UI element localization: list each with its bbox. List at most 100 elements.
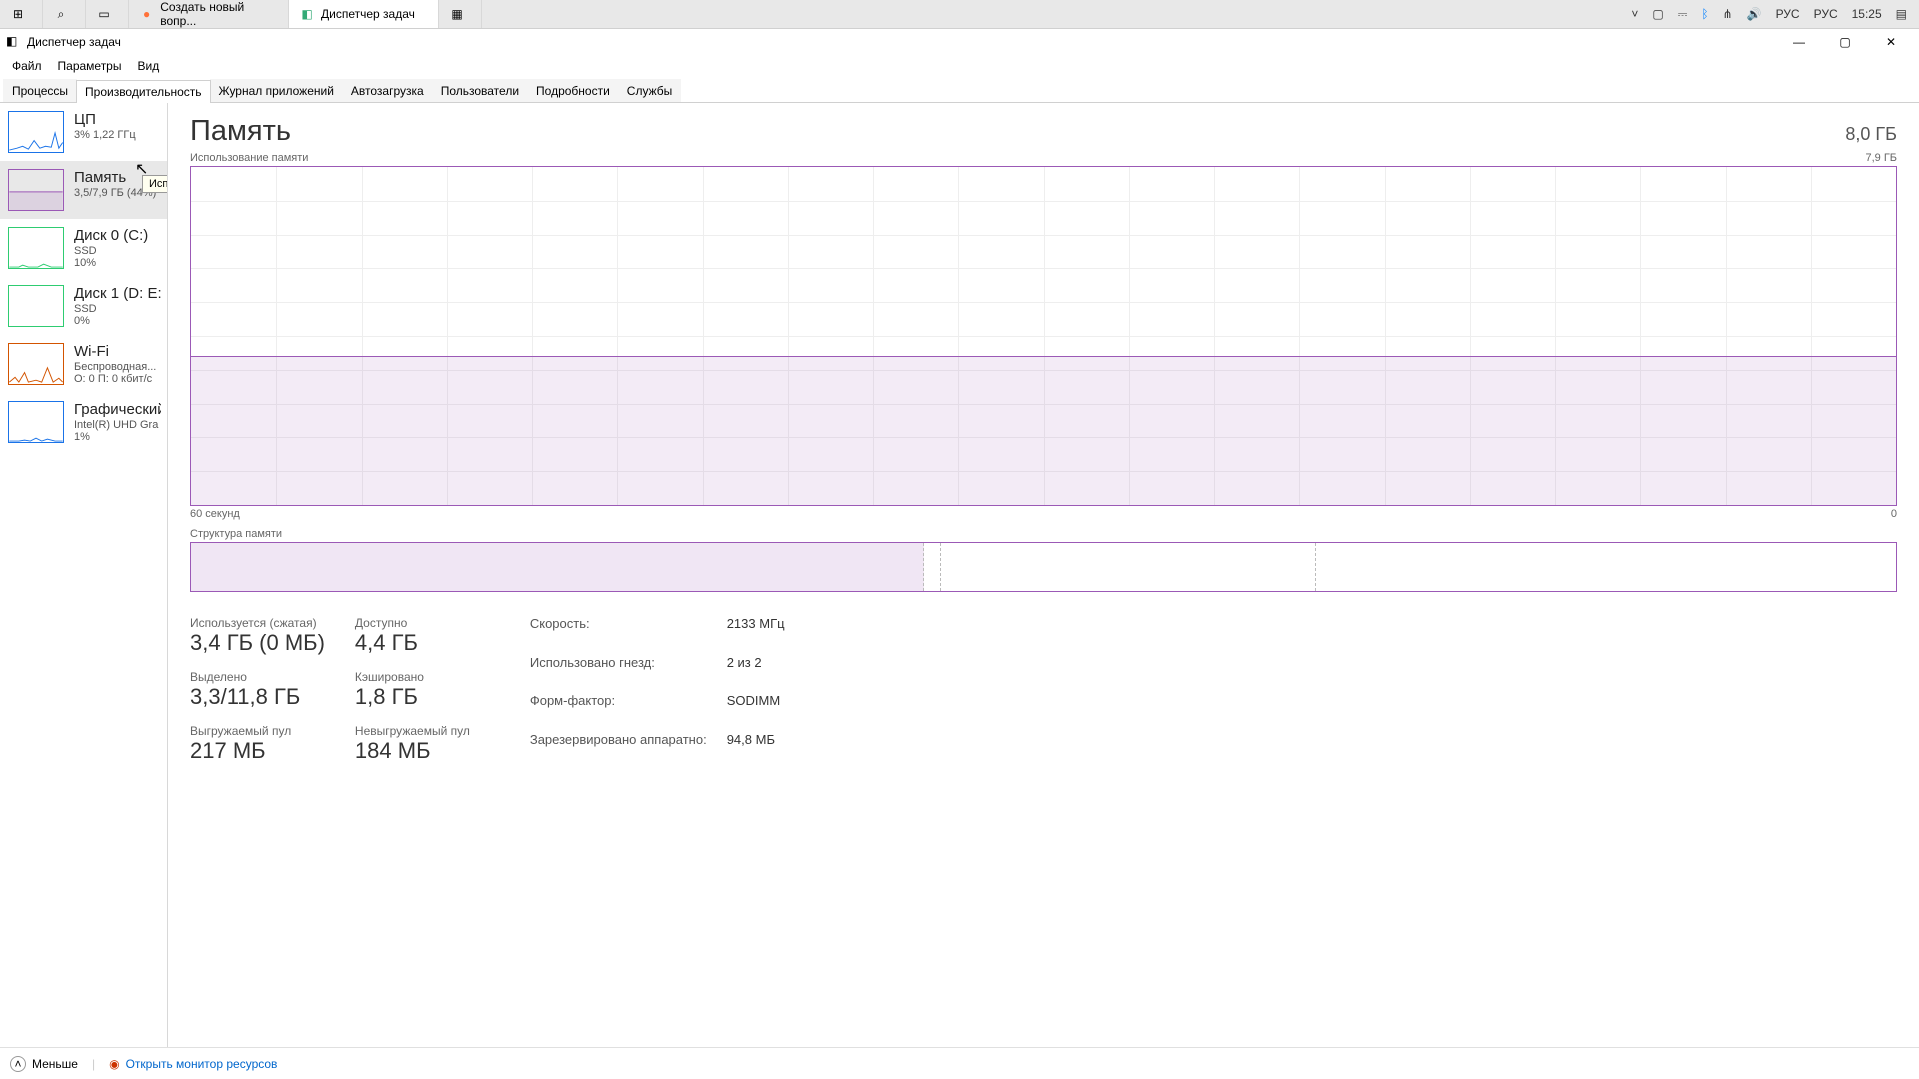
taskbar-app-other[interactable]: ▦ bbox=[439, 0, 482, 28]
sidebar-disk0-sub1: SSD bbox=[74, 245, 148, 257]
wifi-mini-graph bbox=[8, 343, 64, 385]
window-title: Диспетчер задач bbox=[27, 35, 121, 49]
composition-free bbox=[1316, 543, 1896, 591]
tray-notifications-icon[interactable]: ▤ bbox=[1896, 7, 1907, 21]
speed-key: Скорость: bbox=[530, 616, 707, 649]
tab-details[interactable]: Подробности bbox=[527, 79, 619, 102]
tab-performance[interactable]: Производительность bbox=[76, 80, 210, 103]
taskbar-app-firefox[interactable]: ● Создать новый вопр... bbox=[129, 0, 289, 28]
menu-view[interactable]: Вид bbox=[130, 57, 166, 75]
composition-modified bbox=[924, 543, 941, 591]
tab-services[interactable]: Службы bbox=[618, 79, 681, 102]
sidebar-item-gpu[interactable]: ГрафическийIntel(R) UHD Gra1% bbox=[0, 393, 167, 451]
start-button[interactable]: ⊞ bbox=[0, 0, 43, 28]
sidebar-cpu-sub: 3% 1,22 ГГц bbox=[74, 129, 136, 141]
slots-key: Использовано гнезд: bbox=[530, 655, 707, 688]
search-icon: ⌕ bbox=[53, 6, 69, 22]
sidebar-item-memory[interactable]: Память3,5/7,9 ГБ (44%) ↖ Используется bbox=[0, 161, 167, 219]
window-titlebar: ◧ Диспетчер задач — ▢ ✕ bbox=[0, 29, 1919, 55]
taskmanager-icon: ◧ bbox=[299, 6, 315, 22]
chart-time-axis: 60 секунд bbox=[190, 508, 240, 520]
nonpaged-label: Невыгружаемый пул bbox=[355, 724, 470, 738]
nonpaged-value: 184 МБ bbox=[355, 738, 470, 764]
sidebar-item-disk0[interactable]: Диск 0 (C:)SSD10% bbox=[0, 219, 167, 277]
form-key: Форм-фактор: bbox=[530, 693, 707, 726]
sidebar-item-cpu[interactable]: ЦП3% 1,22 ГГц bbox=[0, 103, 167, 161]
speed-val: 2133 МГц bbox=[727, 616, 785, 649]
memory-capacity: 8,0 ГБ bbox=[1845, 124, 1897, 145]
tray-square-icon[interactable]: ▢ bbox=[1652, 7, 1663, 21]
maximize-button[interactable]: ▢ bbox=[1823, 30, 1867, 54]
tab-users[interactable]: Пользователи bbox=[432, 79, 528, 102]
open-resource-monitor-link[interactable]: ◉ Открыть монитор ресурсов bbox=[109, 1057, 277, 1071]
resmon-label: Открыть монитор ресурсов bbox=[126, 1057, 278, 1071]
menu-bar: Файл Параметры Вид bbox=[0, 55, 1919, 77]
sidebar-wifi-title: Wi-Fi bbox=[74, 343, 156, 360]
disk1-mini-graph bbox=[8, 285, 64, 327]
avail-value: 4,4 ГБ bbox=[355, 630, 470, 656]
sidebar-item-wifi[interactable]: Wi-FiБеспроводная...О: 0 П: 0 кбит/с bbox=[0, 335, 167, 393]
used-value: 3,4 ГБ (0 МБ) bbox=[190, 630, 325, 656]
sidebar-disk1-sub2: 0% bbox=[74, 315, 161, 327]
sidebar-gpu-sub2: 1% bbox=[74, 431, 161, 443]
status-bar: ˄ Меньше | ◉ Открыть монитор ресурсов bbox=[0, 1047, 1919, 1079]
tray-bluetooth-icon[interactable]: ᛒ bbox=[1701, 7, 1708, 21]
firefox-icon: ● bbox=[139, 6, 154, 22]
tab-startup[interactable]: Автозагрузка bbox=[342, 79, 433, 102]
tray-chevron-icon[interactable]: ˅ bbox=[1631, 7, 1638, 21]
cached-value: 1,8 ГБ bbox=[355, 684, 470, 710]
taskbar-app-taskmanager[interactable]: ◧Диспетчер задач bbox=[289, 0, 439, 28]
tray-battery-icon[interactable]: ⎓ bbox=[1678, 7, 1688, 22]
minimize-button[interactable]: — bbox=[1777, 30, 1821, 54]
commit-label: Выделено bbox=[190, 670, 325, 684]
performance-sidebar: ЦП3% 1,22 ГГц Память3,5/7,9 ГБ (44%) ↖ И… bbox=[0, 103, 168, 1047]
sidebar-item-disk1[interactable]: Диск 1 (D: E:)SSD0% bbox=[0, 277, 167, 335]
taskview-icon: ▭ bbox=[96, 6, 112, 22]
memory-composition-label: Структура памяти bbox=[190, 528, 1897, 540]
tray-wifi-icon[interactable]: ⋔ bbox=[1723, 7, 1733, 21]
chevron-up-icon: ˄ bbox=[10, 1056, 26, 1072]
chart-zero: 0 bbox=[1891, 508, 1897, 520]
used-label: Используется (сжатая) bbox=[190, 616, 325, 630]
sidebar-disk1-sub1: SSD bbox=[74, 303, 161, 315]
sidebar-gpu-sub1: Intel(R) UHD Gra bbox=[74, 419, 161, 431]
taskbar-label: Создать новый вопр... bbox=[160, 0, 278, 28]
composition-in-use bbox=[191, 543, 924, 591]
avail-label: Доступно bbox=[355, 616, 470, 630]
composition-standby bbox=[941, 543, 1316, 591]
main-panel: Память 8,0 ГБ Использование памяти 7,9 Г… bbox=[168, 103, 1919, 1047]
tab-strip: Процессы Производительность Журнал прило… bbox=[0, 77, 1919, 103]
hwres-val: 94,8 МБ bbox=[727, 732, 785, 765]
windows-icon: ⊞ bbox=[10, 6, 26, 22]
sidebar-wifi-sub2: О: 0 П: 0 кбит/с bbox=[74, 373, 156, 385]
tray-time[interactable]: 15:25 bbox=[1852, 7, 1882, 21]
slots-val: 2 из 2 bbox=[727, 655, 785, 688]
sidebar-gpu-title: Графический bbox=[74, 401, 161, 418]
menu-file[interactable]: Файл bbox=[5, 57, 49, 75]
os-taskbar: ⊞ ⌕ ▭ ● Создать новый вопр... ◧Диспетчер … bbox=[0, 0, 1919, 29]
tray-lang1[interactable]: РУС bbox=[1776, 7, 1800, 21]
usage-chart-max: 7,9 ГБ bbox=[1865, 152, 1897, 164]
paged-label: Выгружаемый пул bbox=[190, 724, 325, 738]
paged-value: 217 МБ bbox=[190, 738, 325, 764]
tab-processes[interactable]: Процессы bbox=[3, 79, 77, 102]
memory-usage-chart[interactable] bbox=[190, 166, 1897, 506]
search-button[interactable]: ⌕ bbox=[43, 0, 86, 28]
gpu-mini-graph bbox=[8, 401, 64, 443]
memory-usage-fill bbox=[191, 356, 1896, 505]
tab-apphistory[interactable]: Журнал приложений bbox=[210, 79, 343, 102]
cpu-mini-graph bbox=[8, 111, 64, 153]
tooltip: Используется bbox=[142, 175, 168, 193]
tray-lang2[interactable]: РУС bbox=[1814, 7, 1838, 21]
sidebar-wifi-sub1: Беспроводная... bbox=[74, 361, 156, 373]
taskview-button[interactable]: ▭ bbox=[86, 0, 129, 28]
memory-composition-bar[interactable] bbox=[190, 542, 1897, 592]
sidebar-disk0-sub2: 10% bbox=[74, 257, 148, 269]
fewer-details-button[interactable]: ˄ Меньше bbox=[10, 1056, 78, 1072]
menu-options[interactable]: Параметры bbox=[51, 57, 129, 75]
window-app-icon: ◧ bbox=[6, 34, 22, 50]
memory-mini-graph bbox=[8, 169, 64, 211]
sidebar-disk0-title: Диск 0 (C:) bbox=[74, 227, 148, 244]
close-button[interactable]: ✕ bbox=[1869, 30, 1913, 54]
tray-volume-icon[interactable]: 🔊 bbox=[1747, 7, 1762, 21]
